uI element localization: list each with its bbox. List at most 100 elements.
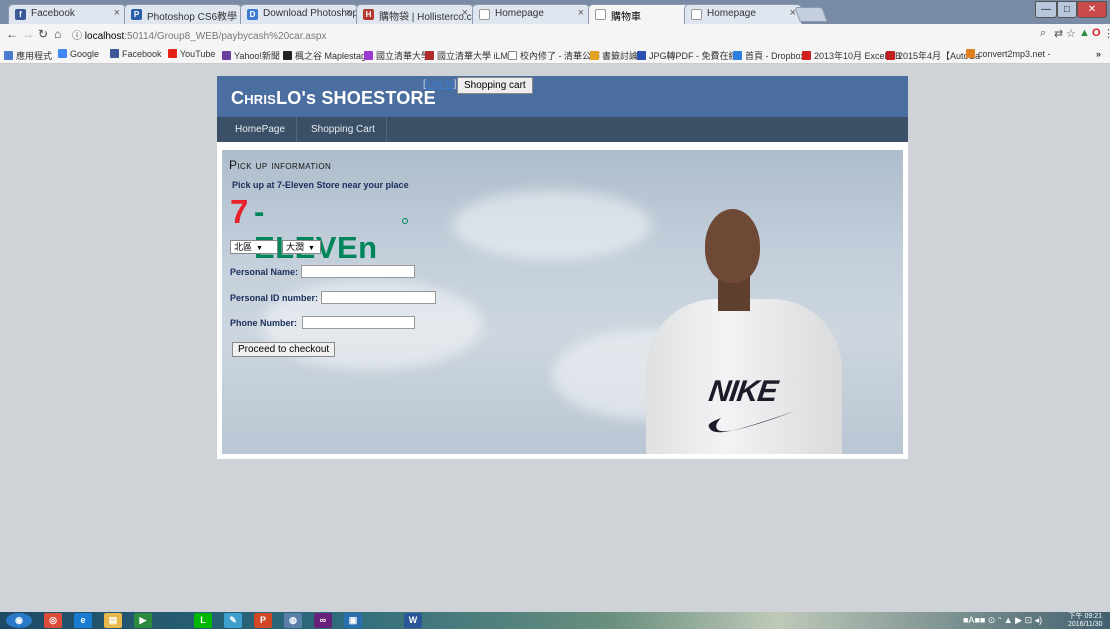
taskbar-clock[interactable]: 下午 09:21 2016/11/30 [1068, 613, 1103, 629]
convert-icon [966, 49, 975, 58]
bookmark-apps[interactable]: 應用程式 [4, 49, 52, 62]
personal-id-label: Personal ID number: [230, 293, 319, 303]
tab-close-icon[interactable]: × [346, 7, 352, 19]
paint-icon[interactable]: ✎ [224, 613, 242, 628]
phone-number-label: Phone Number: [230, 318, 298, 328]
personal-id-input[interactable] [321, 291, 436, 304]
bookmark-nthu-ilms[interactable]: 國立清華大學 iLMS [425, 49, 514, 62]
pickup-content: Pick up information Pick up at 7-Eleven … [222, 150, 903, 454]
dropdown-arrow-icon: ▼ [256, 245, 263, 252]
browser-tab-photoshop[interactable]: P Photoshop CS6教學 · 會 × [124, 4, 242, 24]
bookmark-yahoo[interactable]: Yahoo!新聞 [222, 49, 280, 62]
browser-tab-hollister[interactable]: H 購物袋 | Hollisterco.co × [356, 4, 474, 24]
page-tab-icon [479, 9, 490, 20]
store-select[interactable]: 大潤 ▼ [282, 240, 321, 254]
bookmark-jpg2pdf[interactable]: JPG轉PDF - 免費在線 [637, 49, 738, 62]
forward-arrow-icon[interactable]: → [22, 27, 34, 41]
menu-item-shopping-cart[interactable]: Shopping Cart [300, 117, 387, 142]
info-icon: ⓘ [72, 31, 85, 42]
bookmark-maplestage[interactable]: 楓之谷 Maplestage [283, 49, 371, 62]
page-viewport: ChrisLO's SHOESTORE [Log In] Shopping ca… [0, 65, 1110, 612]
browser-tab-facebook[interactable]: f Facebook × [8, 4, 126, 24]
chrome-icon[interactable]: ◎ [44, 613, 62, 628]
facebook-tab-icon: f [15, 9, 26, 20]
tab-close-icon[interactable]: × [578, 7, 584, 19]
site-header: ChrisLO's SHOESTORE [Log In] Shopping ca… [217, 76, 908, 117]
start-button-icon[interactable]: ◉ [6, 613, 32, 628]
hollister-tab-icon: H [363, 9, 374, 20]
system-tray-icons[interactable]: ■A■■ ⊙ ᵔ ▲ ▶ ⊡ ◂) [963, 615, 1042, 626]
pickup-title: Pick up information [229, 158, 332, 172]
apps-icon [4, 51, 13, 60]
powerpoint-icon[interactable]: P [254, 613, 272, 628]
home-icon[interactable]: ⌂ [54, 27, 61, 41]
model-head [705, 209, 760, 283]
download-tab-icon: D [247, 9, 258, 20]
page-tab-icon [595, 9, 606, 20]
youtube-icon [168, 49, 177, 58]
minimize-button[interactable]: — [1035, 1, 1057, 18]
menu-icon[interactable]: ⋮ [1103, 27, 1110, 40]
bookmarks-overflow-button[interactable]: » [1096, 49, 1101, 59]
star-icon [283, 51, 292, 60]
maximize-button[interactable]: □ [1057, 1, 1077, 18]
photos-icon[interactable]: ◍ [284, 613, 302, 628]
back-arrow-icon[interactable]: ← [6, 27, 18, 41]
bookmark-campus[interactable]: 校內修了 - 清華公佈 [508, 49, 600, 62]
url-field[interactable]: ⓘ localhost:50114/Group8_WEB/paybycash%2… [72, 27, 326, 42]
nike-swoosh-icon [708, 411, 795, 433]
browser-tab-download-photoshop[interactable]: D Download Photoshop × [240, 4, 358, 24]
bookmark-facebook[interactable]: Facebook [110, 49, 162, 59]
login-area: [Log In] [423, 79, 457, 90]
browser-tab-homepage-2[interactable]: Homepage × [684, 4, 802, 24]
close-window-button[interactable]: ✕ [1077, 1, 1107, 18]
page-icon [508, 51, 517, 60]
proceed-to-checkout-button[interactable]: Proceed to checkout [232, 342, 336, 357]
site-title: ChrisLO's SHOESTORE [231, 88, 436, 108]
address-bar: ← → ↻ ⌂ ⓘ localhost:50114/Group8_WEB/pay… [0, 24, 1110, 46]
bookmark-convert2mp3[interactable]: convert2mp3.net - [966, 49, 1051, 59]
translate-icon[interactable]: ⇄ [1054, 27, 1063, 40]
facebook-icon [110, 49, 119, 58]
internet-explorer-icon[interactable]: e [74, 613, 92, 628]
bookmark-star-icon[interactable]: ☆ [1066, 27, 1076, 40]
remote-desktop-icon[interactable]: ▣ [344, 613, 362, 628]
nike-model-photo: NIKE [627, 195, 903, 454]
store-page: ChrisLO's SHOESTORE [Log In] Shopping ca… [217, 76, 908, 459]
word-icon[interactable]: W [404, 613, 422, 628]
zoom-icon[interactable]: ⌕ [1040, 27, 1046, 40]
personal-name-input[interactable] [301, 265, 415, 278]
visual-studio-icon[interactable]: ∞ [314, 613, 332, 628]
browser-tab-strip: f Facebook × P Photoshop CS6教學 · 會 × D D… [0, 0, 1110, 24]
dropdown-arrow-icon: ▼ [308, 245, 315, 252]
tab-close-icon[interactable]: × [462, 7, 468, 19]
bookmarks-bar: 應用程式 Google Facebook YouTube Yahoo!新聞 楓之… [0, 46, 1110, 64]
pdf-icon [637, 51, 646, 60]
nthu-icon [364, 51, 373, 60]
bookmark-google[interactable]: Google [58, 49, 99, 59]
phone-number-input[interactable] [302, 316, 415, 329]
city-select[interactable]: 北區 ▼ [230, 240, 278, 254]
media-player-icon[interactable]: ▶ [134, 613, 152, 628]
login-link[interactable]: Log In [426, 79, 454, 90]
line-app-icon[interactable]: L [194, 613, 212, 628]
tab-close-icon[interactable]: × [114, 7, 120, 19]
dropbox-icon [733, 51, 742, 60]
ilms-icon [425, 51, 434, 60]
bookmark-forum[interactable]: 書籤討論 [590, 49, 638, 62]
file-explorer-icon[interactable]: ▤ [104, 613, 122, 628]
browser-tab-homepage[interactable]: Homepage × [472, 4, 590, 24]
youtube-icon [802, 51, 811, 60]
opera-icon[interactable]: O [1092, 27, 1101, 39]
extension-icon[interactable]: ▲ [1079, 27, 1090, 39]
bookmark-dropbox[interactable]: 首頁 - Dropbox [733, 49, 805, 62]
menu-item-homepage[interactable]: HomePage [224, 117, 298, 142]
bookmark-nthu[interactable]: 國立清華大學 [364, 49, 430, 62]
shopping-cart-button[interactable]: Shopping cart [457, 77, 533, 94]
photoshop-tab-icon: P [131, 9, 142, 20]
cloud-decoration [452, 190, 652, 260]
main-menu: HomePage Shopping Cart [217, 117, 908, 142]
reload-icon[interactable]: ↻ [38, 27, 48, 41]
new-tab-button[interactable] [794, 7, 828, 22]
bookmark-youtube[interactable]: YouTube [168, 49, 215, 59]
